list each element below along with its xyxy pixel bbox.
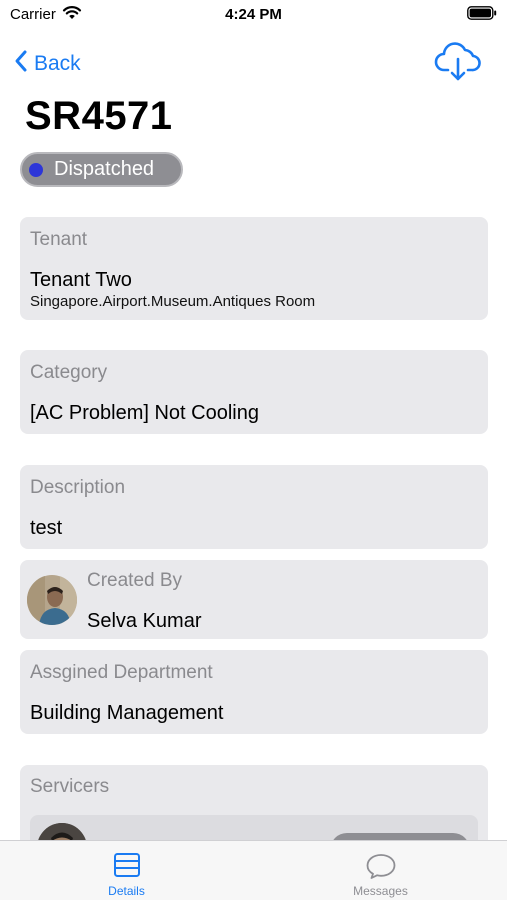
description-value: test <box>30 517 63 539</box>
cloud-download-icon[interactable] <box>434 42 482 82</box>
back-label: Back <box>34 52 81 75</box>
status-label: Dispatched <box>54 158 155 180</box>
tab-messages-label: Messages <box>353 884 408 898</box>
tenant-card: Tenant Tenant Two Singapore.Airport.Muse… <box>20 217 488 320</box>
tab-bar: Details Messages <box>0 840 507 900</box>
page-title: SR4571 <box>25 94 173 138</box>
category-card: Category [AC Problem] Not Cooling <box>20 350 488 434</box>
chat-bubble-icon <box>365 852 397 885</box>
status-dot-icon <box>29 162 43 177</box>
tenant-label: Tenant <box>30 229 88 250</box>
created-by-name: Selva Kumar <box>87 610 202 632</box>
description-label: Description <box>30 477 126 498</box>
tenant-location: Singapore.Airport.Museum.Antiques Room <box>30 293 316 310</box>
status-bar: Carrier 4:24 PM <box>0 0 507 30</box>
created-by-card: Created By Selva Kumar <box>20 560 488 639</box>
description-card: Description test <box>20 465 488 549</box>
category-value: [AC Problem] Not Cooling <box>30 402 259 424</box>
tenant-name: Tenant Two <box>30 269 132 291</box>
tab-details[interactable]: Details <box>0 841 253 900</box>
clock: 4:24 PM <box>225 6 282 23</box>
list-icon <box>113 852 141 883</box>
category-label: Category <box>30 362 108 383</box>
department-value: Building Management <box>30 702 224 724</box>
servicers-label: Servicers <box>30 776 110 797</box>
chevron-left-icon <box>14 49 28 79</box>
created-by-label: Created By <box>87 570 183 591</box>
navigation-bar: Back <box>0 40 507 86</box>
tab-details-label: Details <box>108 884 145 898</box>
department-card: Assgined Department Building Management <box>20 650 488 734</box>
avatar <box>27 575 77 625</box>
battery-icon <box>467 6 497 25</box>
back-button[interactable]: Back <box>14 48 81 80</box>
status-badge: Dispatched <box>20 152 183 187</box>
department-label: Assgined Department <box>30 662 213 683</box>
tab-messages[interactable]: Messages <box>254 841 507 900</box>
